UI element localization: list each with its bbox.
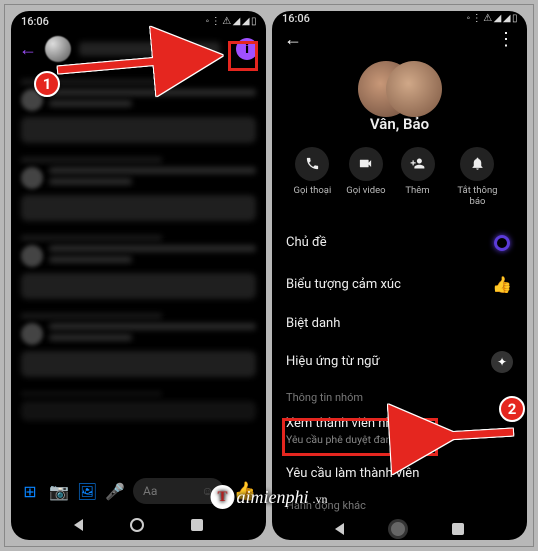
theme-ring-icon	[491, 232, 513, 254]
like-icon: 👍	[491, 274, 513, 296]
action-video[interactable]: Gọi video	[346, 147, 385, 208]
action-add[interactable]: Thêm	[401, 147, 435, 208]
gallery-icon[interactable]: 🖼	[77, 482, 95, 501]
nav-back[interactable]	[335, 523, 344, 535]
more-icon[interactable]: ⋮	[497, 29, 515, 50]
row-label: Yêu cầu làm thành viên	[286, 466, 419, 481]
row-emoji[interactable]: Biểu tượng cảm xúc 👍	[272, 264, 527, 306]
status-icons: ◦ ⋮ ⚠ ◢ ◢ ▯	[206, 16, 256, 27]
emoji-picker-icon[interactable]: ☺	[201, 484, 213, 498]
apps-icon[interactable]: ⊞	[21, 482, 39, 501]
action-label: Gọi thoại	[293, 186, 331, 197]
row-members[interactable]: Xem thành viên nhóm Yêu cầu phê duyệt đa…	[272, 406, 527, 456]
section-other-actions: Hành động khác	[272, 491, 527, 514]
phone-left-chat: 16:06 ◦ ⋮ ⚠ ◢ ◢ ▯ ← i	[11, 11, 266, 540]
chat-body-blurred	[11, 67, 266, 472]
action-label: Gọi video	[346, 186, 385, 197]
nav-recent[interactable]	[191, 519, 203, 531]
nav-recent[interactable]	[452, 523, 464, 535]
action-call[interactable]: Gọi thoại	[293, 147, 331, 208]
status-time: 16:06	[282, 12, 310, 25]
row-label: Xem thành viên nhóm	[286, 416, 411, 431]
phone-icon	[295, 147, 329, 181]
message-input[interactable]: Aa ☺	[133, 478, 224, 504]
info-icon[interactable]: i	[236, 38, 258, 60]
group-avatars[interactable]	[272, 61, 527, 113]
quick-actions: Gọi thoại Gọi video Thêm Tắt thông báo	[272, 133, 527, 218]
row-request-member[interactable]: Yêu cầu làm thành viên	[272, 456, 527, 491]
back-icon[interactable]: ←	[284, 29, 302, 50]
nav-home[interactable]	[130, 518, 144, 532]
section-group-info: Thông tin nhóm	[272, 383, 527, 406]
status-time: 16:06	[21, 15, 49, 28]
status-bar: 16:06 ◦ ⋮ ⚠ ◢ ◢ ▯	[272, 11, 527, 26]
android-nav	[272, 518, 527, 540]
row-sublabel: Yêu cầu phê duyệt đang tắt	[286, 433, 412, 446]
action-label: Thêm	[405, 186, 429, 197]
message-placeholder: Aa	[143, 484, 157, 498]
row-label: Biệt danh	[286, 316, 340, 331]
avatar	[386, 61, 442, 117]
row-label: Chủ đề	[286, 235, 327, 250]
composer: ⊞ 📷 🖼 🎤 Aa ☺ 👍	[11, 472, 266, 510]
sparkle-icon: ✦	[491, 351, 513, 373]
video-icon	[349, 147, 383, 181]
row-nickname[interactable]: Biệt danh	[272, 306, 527, 341]
status-icons: ◦ ⋮ ⚠ ◢ ◢ ▯	[467, 13, 517, 24]
plus-user-icon	[401, 147, 435, 181]
chat-title-blurred	[79, 42, 220, 56]
android-nav	[11, 510, 266, 540]
like-icon[interactable]: 👍	[234, 481, 256, 502]
info-header: ← ⋮	[272, 26, 527, 53]
mic-icon[interactable]: 🎤	[105, 482, 123, 501]
nav-back[interactable]	[74, 519, 83, 531]
row-label: Hiệu ứng từ ngữ	[286, 354, 380, 369]
bell-icon	[460, 147, 494, 181]
phone-right-info: 16:06 ◦ ⋮ ⚠ ◢ ◢ ▯ ← ⋮ Vân, Bảo Gọi thoại	[272, 11, 527, 540]
group-name: Vân, Bảo	[272, 115, 527, 133]
chat-header: ← i	[11, 31, 266, 67]
back-icon[interactable]: ←	[19, 39, 37, 60]
action-mute[interactable]: Tắt thông báo	[449, 147, 505, 208]
chat-avatar[interactable]	[45, 36, 71, 62]
nav-home[interactable]	[391, 522, 405, 536]
row-effects[interactable]: Hiệu ứng từ ngữ ✦	[272, 341, 527, 383]
camera-icon[interactable]: 📷	[49, 482, 67, 501]
settings-list: Chủ đề Biểu tượng cảm xúc 👍 Biệt danh Hi…	[272, 218, 527, 518]
status-bar: 16:06 ◦ ⋮ ⚠ ◢ ◢ ▯	[11, 11, 266, 31]
action-label: Tắt thông báo	[449, 186, 505, 208]
row-label: Biểu tượng cảm xúc	[286, 277, 401, 292]
row-theme[interactable]: Chủ đề	[272, 222, 527, 264]
